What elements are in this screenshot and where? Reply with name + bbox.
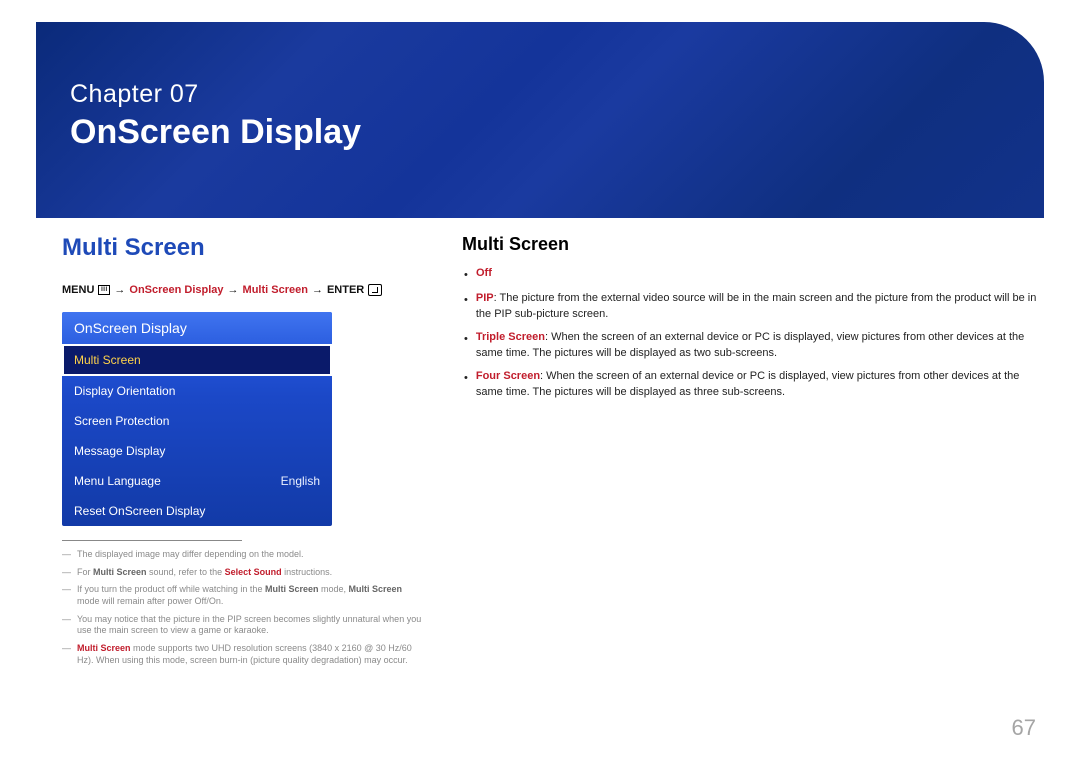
osd-menu-panel: OnScreen Display Multi Screen Display Ori… bbox=[62, 312, 332, 526]
bullet-text: Off bbox=[476, 265, 492, 284]
osd-menu-item-label: Menu Language bbox=[74, 474, 161, 488]
osd-menu-item[interactable]: Message Display bbox=[62, 436, 332, 466]
breadcrumb-sep-2: → bbox=[312, 284, 323, 296]
page-number: 67 bbox=[1012, 715, 1036, 741]
osd-menu-title: OnScreen Display bbox=[62, 312, 332, 344]
footnote: ― Multi Screen mode supports two UHD reso… bbox=[62, 643, 422, 666]
footnote-dash-icon: ― bbox=[62, 584, 71, 607]
breadcrumb-item-1: Multi Screen bbox=[243, 284, 308, 296]
bullet-text: Four Screen: When the screen of an exter… bbox=[476, 368, 1038, 401]
footnote-dash-icon: ― bbox=[62, 567, 71, 579]
osd-menu-item[interactable]: Multi Screen bbox=[62, 344, 332, 376]
osd-menu-item-label: Reset OnScreen Display bbox=[74, 504, 205, 518]
footnote: ― The displayed image may differ dependin… bbox=[62, 549, 422, 561]
footnote-text: The displayed image may differ depending… bbox=[77, 549, 303, 561]
content: Multi Screen MENU III → OnScreen Display… bbox=[62, 234, 1038, 673]
bullet-text: PIP: The picture from the external video… bbox=[476, 290, 1038, 323]
osd-menu-item[interactable]: Reset OnScreen Display bbox=[62, 496, 332, 526]
breadcrumb: MENU III → OnScreen Display → Multi Scre… bbox=[62, 284, 422, 296]
chapter-title: OnScreen Display bbox=[70, 113, 361, 152]
bullet-item: • Off bbox=[464, 265, 1038, 284]
breadcrumb-item-0: OnScreen Display bbox=[129, 284, 223, 296]
banner-text: Chapter 07 OnScreen Display bbox=[70, 80, 361, 152]
bullet-dot-icon: • bbox=[464, 331, 468, 362]
bullet-list: • Off • PIP: The picture from the external … bbox=[462, 265, 1038, 401]
breadcrumb-sep-1: → bbox=[228, 284, 239, 296]
osd-menu-item[interactable]: Menu Language English bbox=[62, 466, 332, 496]
chapter-number: 07 bbox=[170, 80, 199, 108]
footnote-dash-icon: ― bbox=[62, 549, 71, 561]
enter-icon bbox=[368, 284, 382, 296]
chapter-label: Chapter 07 bbox=[70, 80, 361, 109]
breadcrumb-menu: MENU bbox=[62, 284, 94, 296]
osd-menu-item-value: English bbox=[281, 474, 320, 488]
bullet-item: • Four Screen: When the screen of an exte… bbox=[464, 368, 1038, 401]
chapter-word: Chapter bbox=[70, 80, 162, 108]
osd-menu-item-label: Display Orientation bbox=[74, 384, 175, 398]
breadcrumb-sep-0: → bbox=[114, 284, 125, 296]
footnotes: ― The displayed image may differ dependin… bbox=[62, 540, 422, 667]
osd-menu-item-label: Screen Protection bbox=[74, 414, 169, 428]
footnote-text: You may notice that the picture in the P… bbox=[77, 614, 422, 637]
menu-icon: III bbox=[98, 285, 110, 295]
bullet-dot-icon: • bbox=[464, 292, 468, 323]
footnote-dash-icon: ― bbox=[62, 643, 71, 666]
bullet-item: • PIP: The picture from the external vide… bbox=[464, 290, 1038, 323]
osd-menu-item-label: Message Display bbox=[74, 444, 165, 458]
right-heading: Multi Screen bbox=[462, 234, 1038, 255]
left-column: Multi Screen MENU III → OnScreen Display… bbox=[62, 234, 422, 673]
breadcrumb-enter: ENTER bbox=[327, 284, 364, 296]
footnote: ― For Multi Screen sound, refer to the Se… bbox=[62, 567, 422, 579]
footnote-dash-icon: ― bbox=[62, 614, 71, 637]
osd-menu-items: Multi Screen Display Orientation Screen Pr… bbox=[62, 344, 332, 526]
footnote: ― If you turn the product off while watch… bbox=[62, 584, 422, 607]
osd-menu-item[interactable]: Display Orientation bbox=[62, 376, 332, 406]
bullet-text: Triple Screen: When the screen of an ext… bbox=[476, 329, 1038, 362]
footnote-rule bbox=[62, 540, 242, 541]
bullet-item: • Triple Screen: When the screen of an ex… bbox=[464, 329, 1038, 362]
footnote-text: For Multi Screen sound, refer to the Sel… bbox=[77, 567, 332, 579]
footnote-text: If you turn the product off while watchi… bbox=[77, 584, 422, 607]
bullet-dot-icon: • bbox=[464, 370, 468, 401]
bullet-dot-icon: • bbox=[464, 267, 468, 284]
page: Chapter 07 OnScreen Display Multi Screen… bbox=[0, 0, 1080, 763]
osd-menu-item-label: Multi Screen bbox=[74, 353, 141, 367]
footnote-text: Multi Screen mode supports two UHD resol… bbox=[77, 643, 422, 666]
right-column: Multi Screen • Off • PIP: The picture from … bbox=[462, 234, 1038, 673]
footnote: ― You may notice that the picture in the … bbox=[62, 614, 422, 637]
osd-menu-item[interactable]: Screen Protection bbox=[62, 406, 332, 436]
left-heading: Multi Screen bbox=[62, 234, 422, 262]
